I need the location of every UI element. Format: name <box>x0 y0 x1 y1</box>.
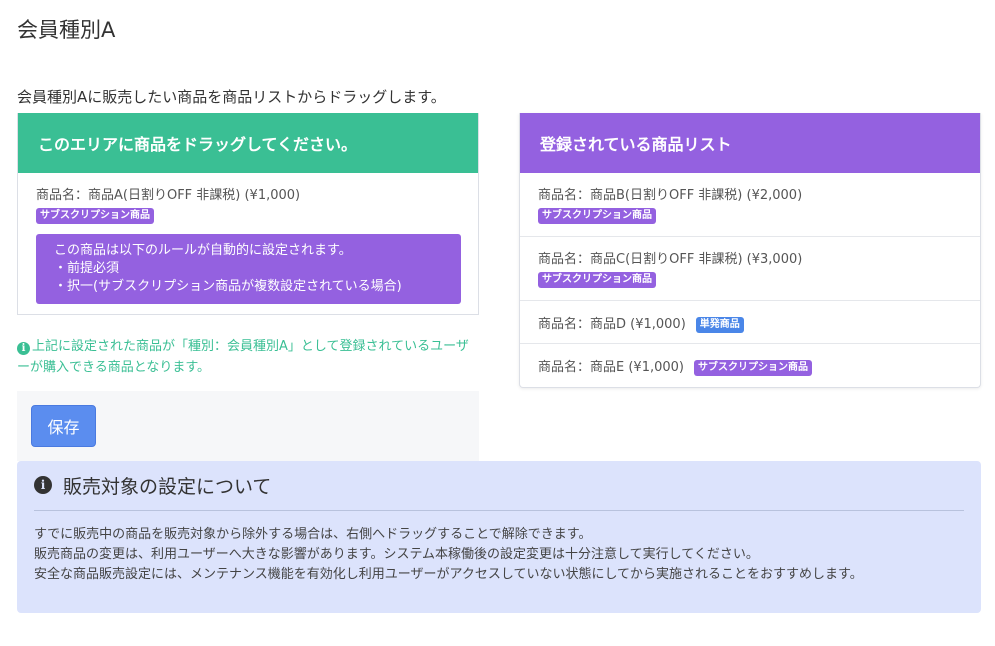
info-line: 販売商品の変更は、利用ユーザーへ大きな影響があります。システム本稼働後の設定変更… <box>34 547 759 562</box>
product-list-header: 登録されている商品リスト <box>520 113 980 173</box>
info-circle-icon: i <box>34 476 52 494</box>
product-list-item[interactable]: 商品名：商品D (¥1,000) 単発商品 <box>520 301 980 344</box>
purchase-note: i 上記に設定された商品が「種別：会員種別A」として登録されているユーザーが購入で… <box>17 336 479 378</box>
rule-info-box: この商品は以下のルールが自動的に設定されます。 ・前提必須 ・択一(サブスクリプ… <box>36 234 461 304</box>
subscription-badge: サブスクリプション商品 <box>693 360 812 376</box>
info-line: すでに販売中の商品を販売対象から除外する場合は、右側へドラッグすることで解除でき… <box>34 527 592 542</box>
subscription-badge: サブスクリプション商品 <box>36 208 154 224</box>
subscription-badge: サブスクリプション商品 <box>538 272 656 288</box>
save-button[interactable]: 保存 <box>31 405 96 447</box>
product-list-item[interactable]: 商品名：商品B(日割りOFF 非課税) (¥2,000) サブスクリプション商品 <box>520 173 980 237</box>
info-title-text: 販売対象の設定について <box>63 475 272 498</box>
product-list: 登録されている商品リスト 商品名：商品B(日割りOFF 非課税) (¥2,000… <box>519 113 981 388</box>
save-area: 保存 <box>17 391 479 461</box>
product-name: 商品名：商品D (¥1,000) <box>538 317 686 332</box>
info-title: i 販売対象の設定について <box>34 473 964 498</box>
info-text: すでに販売中の商品を販売対象から除外する場合は、右側へドラッグすることで解除でき… <box>34 525 964 585</box>
rule-line: ・前提必須 <box>54 261 120 276</box>
subscription-badge: サブスクリプション商品 <box>538 208 656 224</box>
product-list-item[interactable]: 商品名：商品C(日割りOFF 非課税) (¥3,000) サブスクリプション商品 <box>520 237 980 301</box>
product-list-item[interactable]: 商品名：商品E (¥1,000) サブスクリプション商品 <box>520 344 980 387</box>
note-text: 上記に設定された商品が「種別：会員種別A」として登録されているユーザーが購入でき… <box>17 339 469 375</box>
product-name: 商品名：商品C(日割りOFF 非課税) (¥3,000) <box>538 252 803 267</box>
info-panel: i 販売対象の設定について すでに販売中の商品を販売対象から除外する場合は、右側… <box>17 461 981 613</box>
page-description: 会員種別Aに販売したい商品を商品リストからドラッグします。 <box>17 88 446 106</box>
product-name: 商品名：商品E (¥1,000) <box>538 360 684 375</box>
page-title: 会員種別A <box>17 18 116 42</box>
product-name: 商品名：商品B(日割りOFF 非課税) (¥2,000) <box>538 188 803 203</box>
rule-line: ・択一(サブスクリプション商品が複数設定されている場合) <box>54 279 402 294</box>
single-purchase-badge: 単発商品 <box>695 317 744 333</box>
divider <box>34 510 964 511</box>
rule-line: この商品は以下のルールが自動的に設定されます。 <box>54 243 352 258</box>
drop-area[interactable]: このエリアに商品をドラッグしてください。 商品名：商品A(日割りOFF 非課税)… <box>17 113 479 315</box>
drop-area-item[interactable]: 商品名：商品A(日割りOFF 非課税) (¥1,000) サブスクリプション商品… <box>18 173 478 314</box>
product-name: 商品名：商品A(日割りOFF 非課税) (¥1,000) <box>36 188 301 203</box>
drop-area-header: このエリアに商品をドラッグしてください。 <box>18 113 478 173</box>
info-line: 安全な商品販売設定には、メンテナンス機能を有効化し利用ユーザーがアクセスしていな… <box>34 567 863 582</box>
info-icon: i <box>17 342 30 355</box>
